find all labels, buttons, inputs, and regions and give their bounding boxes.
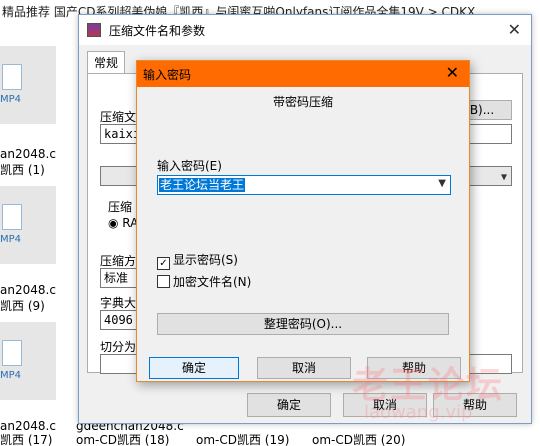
encrypt-names-label: 加密文件名(N)	[173, 275, 252, 289]
mp4-file-icon	[2, 340, 22, 366]
encrypt-names-checkbox[interactable]: 加密文件名(N)	[157, 273, 251, 290]
ok-button[interactable]: 确定	[149, 357, 239, 379]
winrar-icon	[87, 23, 101, 37]
watermark-url: laowang.vip	[364, 402, 473, 423]
file-name[interactable]: om-CD凯西 (18)	[76, 432, 169, 446]
password-dialog-title: 输入密码	[143, 68, 192, 82]
video-thumbnail[interactable]: MP4	[0, 322, 56, 400]
chevron-down-icon[interactable]: ▼	[438, 178, 446, 189]
file-name[interactable]: om-CD凯西 (20)	[312, 432, 405, 446]
tab-general[interactable]: 常规	[87, 51, 126, 75]
dictionary-label: 字典大	[100, 296, 137, 310]
password-dialog: 输入密码 ✕ 带密码压缩 输入密码(E) 老王论坛当老王 ▼ ✓ 显示密码(S) …	[136, 60, 470, 382]
split-label: 切分为	[100, 340, 137, 354]
chevron-down-icon: ▼	[500, 172, 507, 183]
password-input[interactable]: 老王论坛当老王 ▼	[157, 175, 451, 195]
show-password-checkbox[interactable]: ✓ 显示密码(S)	[157, 251, 238, 270]
show-password-label: 显示密码(S)	[173, 253, 238, 267]
mp4-label: MP4	[0, 234, 22, 245]
checkbox-unchecked-icon	[157, 275, 170, 288]
radio-icon: ◉	[108, 216, 123, 230]
video-thumbnail[interactable]: MP4	[0, 46, 56, 124]
password-titlebar[interactable]: 输入密码 ✕	[137, 61, 469, 87]
file-name[interactable]: 凯西 (1)	[0, 162, 45, 178]
mp4-file-icon	[2, 204, 22, 230]
format-rar-radio[interactable]: ◉ RA	[108, 216, 138, 230]
password-header: 带密码压缩	[272, 95, 333, 109]
dialog-titlebar[interactable]: 压缩文件名和参数 ✕	[79, 15, 531, 45]
file-name[interactable]: an2048.c	[0, 146, 56, 162]
file-name[interactable]: an2048.c	[0, 282, 56, 298]
format-group-label: 压缩	[108, 200, 133, 214]
close-icon[interactable]: ✕	[508, 20, 521, 39]
dialog-title: 压缩文件名和参数	[109, 24, 206, 38]
password-value: 老王论坛当老王	[159, 178, 246, 192]
mp4-label: MP4	[0, 94, 22, 105]
close-icon[interactable]: ✕	[446, 63, 459, 82]
method-label: 压缩方	[100, 254, 137, 268]
checkbox-checked-icon: ✓	[157, 257, 170, 270]
watermark: 老王论坛 laowang.vip	[334, 356, 534, 426]
file-name[interactable]: 凯西 (9)	[0, 298, 45, 314]
password-input-label: 输入密码(E)	[157, 159, 222, 173]
video-thumbnail[interactable]: MP4	[0, 186, 56, 264]
mp4-label: MP4	[0, 370, 22, 381]
file-name[interactable]: 凯西 (17)	[0, 432, 52, 446]
file-name[interactable]: om-CD凯西 (19)	[196, 432, 289, 446]
mp4-file-icon	[2, 64, 22, 90]
ok-button[interactable]: 确定	[247, 393, 331, 417]
organize-passwords-button[interactable]: 整理密码(O)...	[157, 313, 449, 335]
archive-name-label: 压缩文	[100, 110, 137, 124]
watermark-text: 老王论坛	[352, 365, 505, 406]
